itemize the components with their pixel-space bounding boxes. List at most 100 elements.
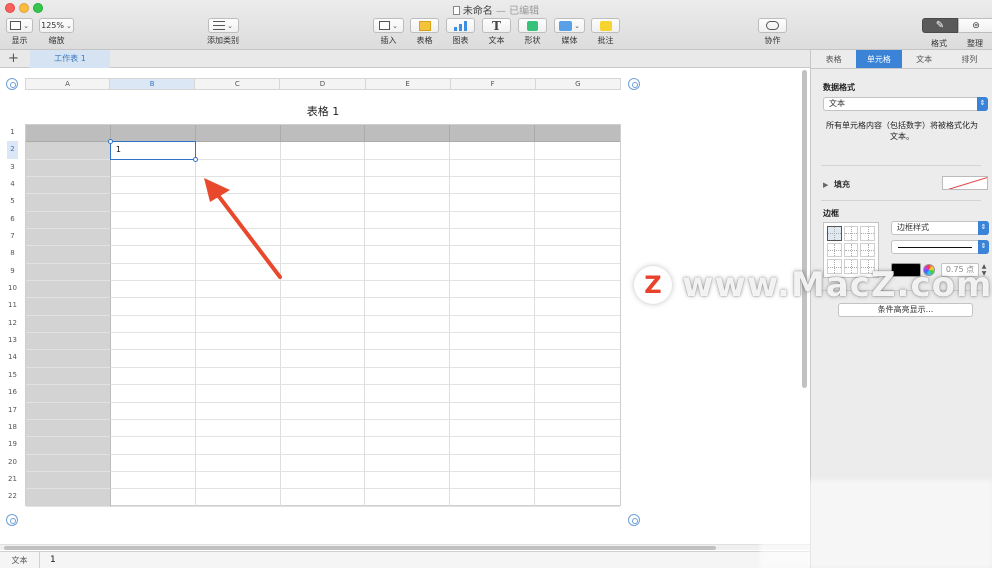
table-cell[interactable] (280, 454, 366, 472)
table-cell[interactable] (365, 402, 451, 420)
table-cell[interactable] (535, 403, 621, 420)
table-cell[interactable] (110, 489, 196, 507)
column-header[interactable]: G (535, 78, 621, 90)
table-cell[interactable] (535, 316, 621, 334)
table-cell[interactable] (26, 263, 111, 282)
row-header[interactable]: 2 (7, 141, 18, 159)
row-header[interactable]: 15 (7, 367, 18, 384)
row-header[interactable]: 12 (7, 315, 18, 332)
right-border-button[interactable] (860, 242, 875, 258)
row-header[interactable]: 5 (7, 193, 18, 210)
table-cell[interactable] (450, 246, 536, 264)
table-cell[interactable] (535, 264, 621, 282)
table-cell[interactable] (450, 385, 536, 403)
table-cell[interactable] (110, 471, 196, 490)
vertical-inner-border-button[interactable] (843, 242, 859, 258)
table-cell[interactable] (280, 419, 366, 438)
table-cell[interactable] (26, 194, 111, 212)
table-cell[interactable] (365, 125, 451, 143)
table-cell[interactable] (365, 298, 451, 316)
all-borders-button[interactable] (827, 226, 842, 241)
table-cell[interactable] (365, 471, 451, 490)
column-header[interactable]: B (110, 78, 196, 90)
table-cell[interactable] (26, 315, 111, 334)
table-cell[interactable] (280, 142, 366, 160)
row-header[interactable]: 13 (7, 332, 18, 349)
table-cell[interactable] (26, 367, 111, 386)
resize-table-handle[interactable] (628, 514, 640, 526)
table-cell[interactable] (26, 211, 111, 230)
table-cell[interactable] (535, 368, 621, 386)
table-cell[interactable] (450, 402, 536, 420)
row-header[interactable]: 9 (7, 263, 18, 280)
table-cell[interactable] (535, 246, 621, 264)
text-button[interactable]: T 文本 (482, 18, 511, 46)
table-cell[interactable] (195, 471, 281, 490)
tab-cell[interactable]: 单元格 (856, 50, 902, 68)
zoom-menu[interactable]: 125% ⌄ 缩放 (39, 18, 74, 46)
outer-borders-button[interactable] (860, 226, 875, 241)
table-cell[interactable] (280, 281, 366, 299)
inner-borders-button[interactable] (843, 226, 859, 241)
comment-button[interactable]: 批注 (591, 18, 620, 46)
table-cell[interactable] (450, 281, 536, 299)
table-cell[interactable] (110, 385, 196, 403)
table-cell[interactable] (26, 402, 111, 420)
table-cell[interactable] (280, 402, 366, 420)
column-header[interactable]: A (25, 78, 111, 90)
table-cell[interactable] (195, 159, 281, 178)
table-cell[interactable] (110, 177, 196, 195)
table-cell[interactable] (535, 125, 621, 143)
row-header[interactable]: 16 (7, 384, 18, 401)
formula-input[interactable]: 1 (50, 552, 56, 568)
table-cell[interactable] (450, 177, 536, 195)
table-cell[interactable] (195, 333, 281, 351)
table-cell[interactable] (535, 229, 621, 247)
table-cell[interactable] (450, 333, 536, 351)
table-cell[interactable] (365, 385, 451, 403)
table-cell[interactable] (110, 333, 196, 351)
tab-text[interactable]: 文本 (902, 50, 947, 68)
table-cell[interactable] (535, 437, 621, 455)
selection-handle[interactable] (193, 157, 198, 162)
table-cell[interactable] (195, 367, 281, 386)
table-cell[interactable] (535, 212, 621, 230)
row-header[interactable]: 14 (7, 349, 18, 366)
table-cell[interactable] (110, 419, 196, 438)
row-header[interactable]: 20 (7, 454, 18, 471)
column-header[interactable]: E (365, 78, 451, 90)
table-cell[interactable] (195, 125, 281, 143)
media-menu[interactable]: ⌄ 媒体 (554, 18, 585, 46)
table-cell[interactable] (110, 350, 196, 368)
table-cell[interactable] (110, 246, 196, 264)
table-cell[interactable] (195, 419, 281, 438)
table-cell[interactable] (280, 229, 366, 247)
column-header[interactable]: D (280, 78, 366, 90)
table-cell[interactable] (26, 333, 111, 351)
table-cell[interactable] (365, 159, 451, 178)
column-header[interactable]: C (195, 78, 281, 90)
table-cell[interactable] (535, 333, 621, 351)
table-cell[interactable] (26, 281, 111, 299)
table-cell[interactable] (26, 246, 111, 264)
insert-menu[interactable]: ⌄ 插入 (373, 18, 404, 46)
add-column-handle[interactable] (628, 78, 640, 90)
table-cell[interactable] (110, 211, 196, 230)
border-style-select[interactable]: 边框样式 ⇕ (891, 221, 989, 235)
table-cell[interactable] (450, 159, 536, 178)
table-cell[interactable] (110, 454, 196, 472)
table-cell[interactable] (110, 159, 196, 178)
conditional-highlight-button[interactable]: 条件高亮显示... (838, 303, 973, 317)
table-select-handle[interactable] (6, 78, 18, 90)
table-cell[interactable] (365, 419, 451, 438)
row-header[interactable]: 10 (7, 280, 18, 297)
table-button[interactable]: 表格 (410, 18, 439, 46)
table-cell[interactable] (365, 281, 451, 299)
shape-button[interactable]: 形状 (518, 18, 547, 46)
table-cell[interactable] (195, 281, 281, 299)
line-style-select[interactable]: ⇕ (891, 240, 989, 254)
row-header[interactable]: 21 (7, 471, 18, 488)
table-cell[interactable] (365, 177, 451, 195)
tab-arrange[interactable]: 排列 (947, 50, 992, 68)
table-cell[interactable] (535, 194, 621, 212)
